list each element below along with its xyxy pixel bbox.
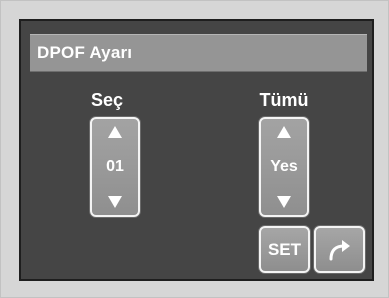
- all-up-arrow-icon[interactable]: [277, 126, 291, 138]
- return-arrow-icon: [329, 239, 350, 260]
- select-label: Seç: [90, 90, 124, 110]
- dpof-screen: DPOF Ayarı Seç 01 Tümü Yes SET: [19, 19, 374, 281]
- select-spinner: 01: [90, 117, 140, 217]
- select-value: 01: [106, 158, 124, 175]
- device-frame: DPOF Ayarı Seç 01 Tümü Yes SET: [0, 0, 389, 298]
- set-button[interactable]: SET: [259, 226, 310, 273]
- page-title: DPOF Ayarı: [37, 43, 133, 62]
- select-up-arrow-icon[interactable]: [108, 126, 122, 138]
- all-down-arrow-icon[interactable]: [277, 196, 291, 208]
- title-bar: DPOF Ayarı: [30, 34, 367, 72]
- set-button-label: SET: [267, 239, 302, 259]
- back-button[interactable]: [314, 226, 365, 273]
- all-spinner: Yes: [259, 117, 309, 217]
- all-value: Yes: [270, 158, 298, 175]
- select-down-arrow-icon[interactable]: [108, 196, 122, 208]
- all-label: Tümü: [259, 90, 309, 110]
